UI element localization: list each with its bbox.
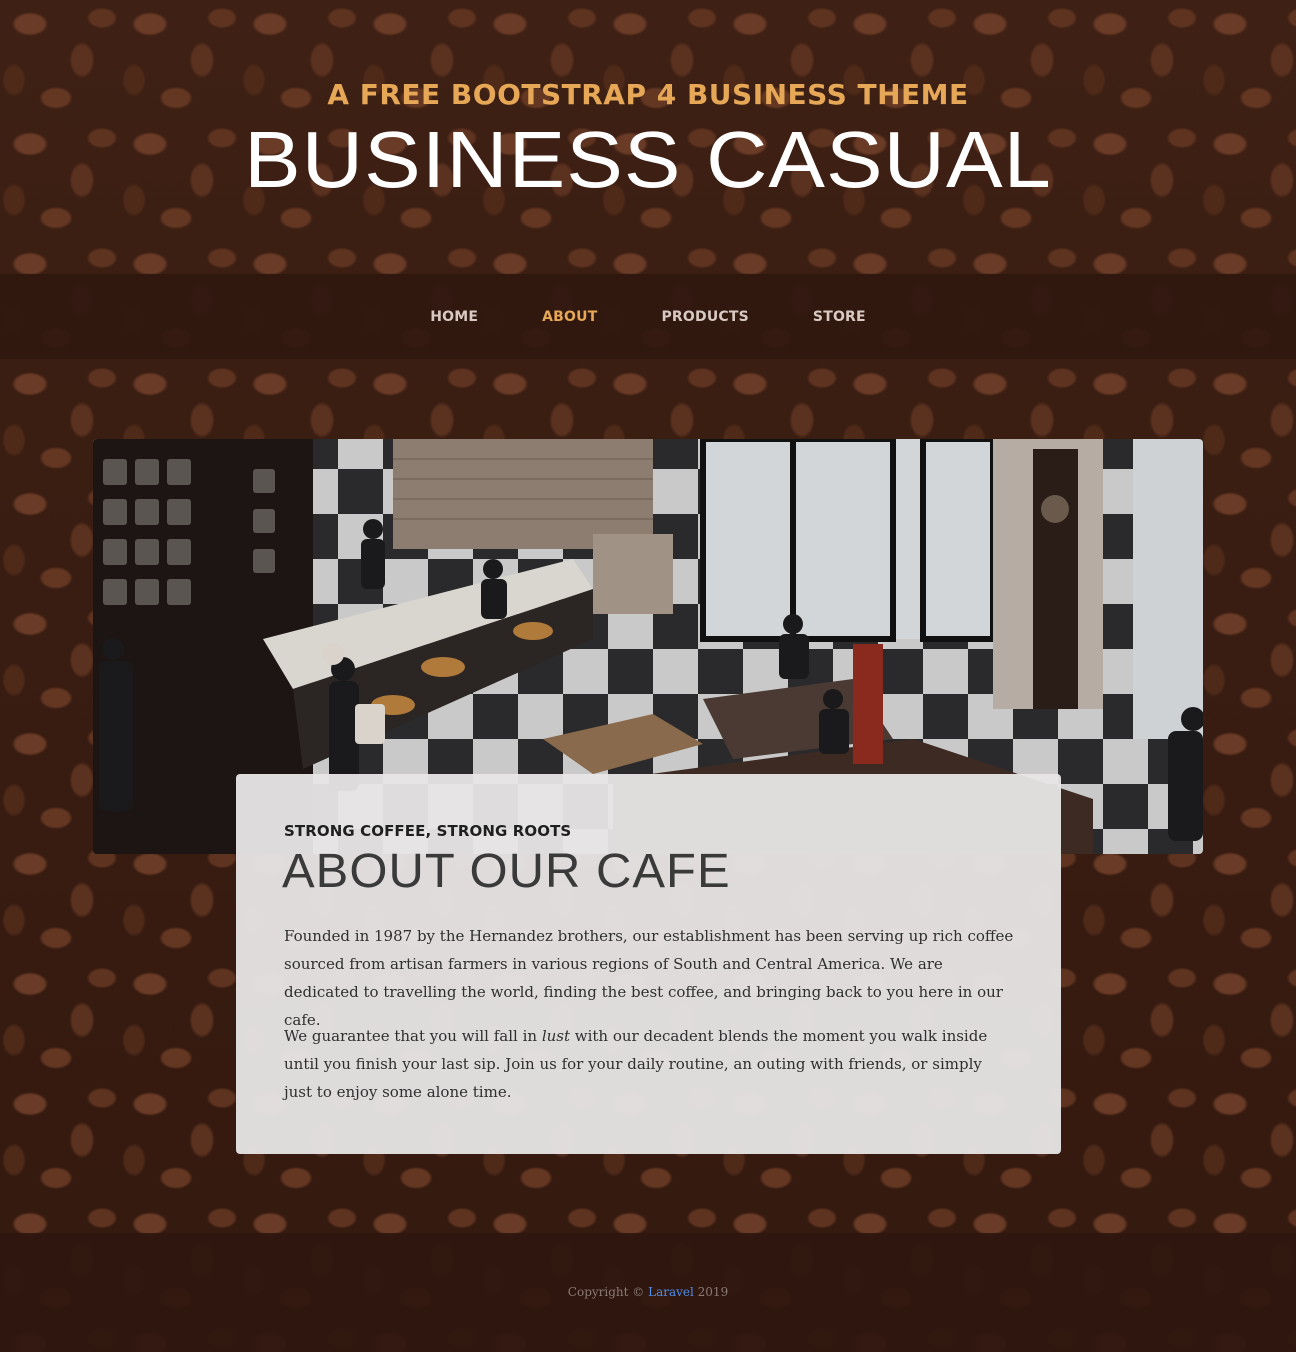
site-footer: Copyright © Laravel 2019 (0, 1233, 1296, 1352)
laravel-link[interactable]: Laravel (648, 1285, 694, 1299)
nav-item-home: HOME (398, 309, 510, 325)
nav-link-about[interactable]: ABOUT (510, 309, 629, 325)
nav-item-products: PRODUCTS (629, 309, 780, 325)
copyright-year: 2019 (693, 1285, 729, 1299)
nav-link-home[interactable]: HOME (398, 309, 510, 325)
nav-link-products[interactable]: PRODUCTS (629, 309, 780, 325)
main-navbar: HOME ABOUT PRODUCTS STORE (0, 274, 1296, 359)
site-heading-lower: BUSINESS CASUAL (244, 115, 1052, 204)
site-heading-upper: A FREE BOOTSTRAP 4 BUSINESS THEME (327, 78, 969, 111)
about-paragraph-2-start: We guarantee that you will fall in (284, 1027, 542, 1045)
nav-item-about: ABOUT (510, 309, 629, 325)
site-heading: A FREE BOOTSTRAP 4 BUSINESS THEME BUSINE… (0, 0, 1296, 274)
nav-list: HOME ABOUT PRODUCTS STORE (0, 274, 1296, 359)
nav-link-store[interactable]: STORE (781, 309, 898, 325)
nav-item-store: STORE (781, 309, 898, 325)
about-heading-upper: STRONG COFFEE, STRONG ROOTS (284, 822, 572, 840)
about-paragraph-1: Founded in 1987 by the Hernandez brother… (284, 927, 1014, 1029)
about-paragraph-2: We guarantee that you will fall in lust … (284, 1022, 1014, 1106)
about-paragraph-2-emphasis: lust (541, 1027, 570, 1045)
copyright-prefix: Copyright © (567, 1285, 649, 1299)
about-card: STRONG COFFEE, STRONG ROOTS ABOUT OUR CA… (236, 774, 1061, 1154)
copyright-text: Copyright © Laravel 2019 (0, 1285, 1296, 1299)
about-heading-lower: ABOUT OUR CAFE (282, 845, 731, 898)
